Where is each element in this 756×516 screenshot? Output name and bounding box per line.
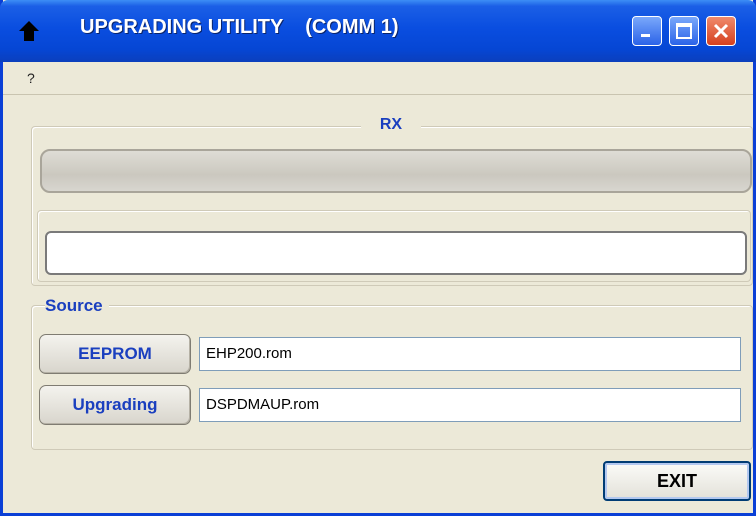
exit-button[interactable]: EXIT bbox=[603, 461, 751, 501]
close-button[interactable] bbox=[706, 16, 736, 46]
source-label: Source bbox=[45, 296, 109, 316]
close-icon bbox=[713, 23, 729, 39]
menu-bar: ? bbox=[3, 62, 753, 95]
minimize-icon bbox=[641, 34, 650, 37]
up-arrow-icon bbox=[19, 21, 39, 41]
minimize-button[interactable] bbox=[632, 16, 662, 46]
menu-help[interactable]: ? bbox=[27, 70, 35, 86]
title-bar[interactable]: UPGRADING UTILITY (COMM 1) bbox=[0, 0, 756, 62]
source-group bbox=[31, 305, 753, 450]
maximize-button[interactable] bbox=[669, 16, 699, 46]
upgrading-utility-window: UPGRADING UTILITY (COMM 1) ? RX Source E… bbox=[0, 0, 756, 516]
status-field bbox=[45, 231, 747, 275]
window-title: UPGRADING UTILITY (COMM 1) bbox=[80, 16, 399, 38]
eeprom-button[interactable]: EEPROM bbox=[39, 334, 191, 374]
upgrading-button[interactable]: Upgrading bbox=[39, 385, 191, 425]
rx-progress-bar bbox=[40, 149, 752, 193]
upgrading-file-field[interactable]: DSPDMAUP.rom bbox=[199, 388, 741, 422]
maximize-icon bbox=[676, 23, 692, 39]
eeprom-file-field[interactable]: EHP200.rom bbox=[199, 337, 741, 371]
rx-label: RX bbox=[361, 116, 421, 134]
